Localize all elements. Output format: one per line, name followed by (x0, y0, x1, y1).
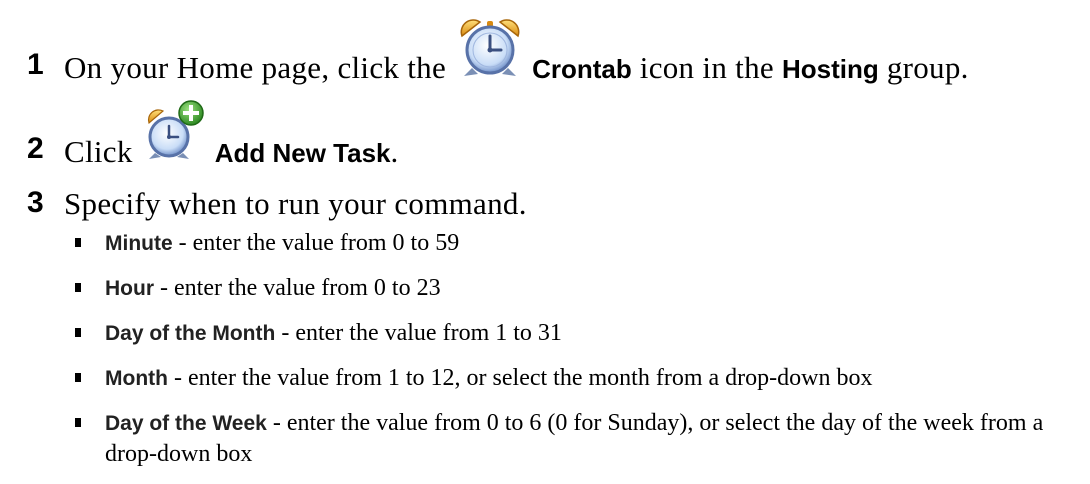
field-term: Day of the Month (105, 322, 276, 345)
add-task-clock-icon (145, 99, 207, 161)
field-description: - enter the value from 1 to 12, or selec… (167, 365, 873, 391)
field-term: Hour (105, 277, 154, 300)
bullet-marker (75, 418, 81, 427)
crontab-clock-icon (454, 16, 526, 80)
field-term: Minute (105, 232, 173, 255)
step-text: Click Add New Task. (64, 100, 399, 170)
field-description: - enter the value from 0 to 23 (154, 275, 441, 301)
list-item-body: Minute - enter the value from 0 to 59 (105, 228, 1080, 259)
step-text: Specify when to run your command. (64, 186, 527, 221)
bullet-marker (75, 328, 81, 337)
step-text-after: . (390, 134, 399, 169)
crontab-label: Crontab (532, 54, 632, 84)
step-text-middle: icon in the (631, 50, 782, 85)
step-text-before: On your Home page, click the (64, 50, 455, 85)
step-number: 3 (27, 186, 44, 219)
step-text-before: Click (64, 134, 141, 169)
add-new-task-label: Add New Task (214, 138, 391, 168)
step-text-after: group. (878, 50, 969, 85)
list-item-body: Day of the Week - enter the value from 0… (105, 408, 1080, 470)
bullet-marker (75, 373, 81, 382)
field-description: - enter the value from 1 to 31 (275, 320, 562, 346)
list-item-body: Month - enter the value from 1 to 12, or… (105, 363, 1080, 394)
bullet-marker (75, 283, 81, 292)
step-number: 2 (27, 132, 44, 165)
step-text: On your Home page, click the Crontab ico… (64, 19, 969, 86)
hosting-label: Hosting (782, 54, 879, 84)
step-number: 1 (27, 48, 44, 81)
field-description: - enter the value from 0 to 59 (172, 230, 460, 256)
list-item-body: Day of the Month - enter the value from … (105, 318, 1080, 349)
bullet-marker (75, 238, 81, 247)
field-term: Day of the Week (105, 412, 267, 435)
field-term: Month (105, 367, 168, 390)
list-item-body: Hour - enter the value from 0 to 23 (105, 273, 1080, 304)
